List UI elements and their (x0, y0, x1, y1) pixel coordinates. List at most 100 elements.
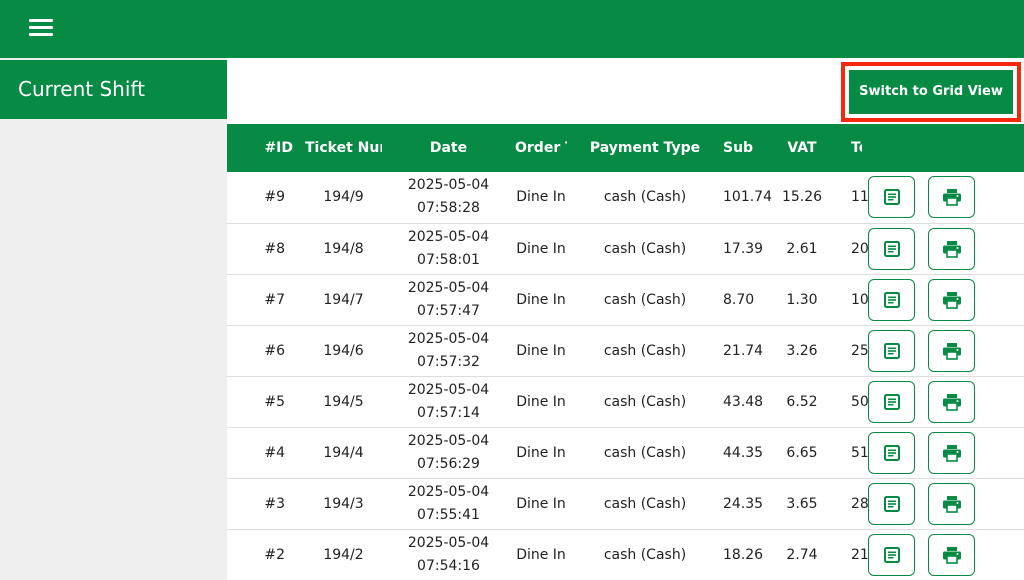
table-row: #7 194/7 2025-05-04 07:57:47 Dine In cash (Ca… (227, 274, 1024, 325)
cell-date-time: 07:54:16 (417, 557, 480, 574)
print-button[interactable] (928, 380, 975, 423)
hamburger-menu-icon[interactable] (29, 19, 53, 37)
print-button[interactable] (928, 329, 975, 372)
cell-date-day: 2025-05-04 (407, 432, 490, 449)
cell-date: 2025-05-04 07:56:29 (382, 427, 515, 478)
cell-id: #3 (264, 495, 285, 512)
cell-date-time: 07:56:29 (417, 455, 480, 472)
cell-id: #2 (264, 546, 285, 563)
column-header-ticket-number: Ticket Number (305, 140, 382, 156)
cell-total: 20.00 (851, 223, 891, 274)
tickets-table: #ID Ticket Number Date Order Type Paymen… (227, 124, 1024, 580)
cell-actions (862, 478, 1024, 529)
cell-vat: 6.65 (786, 444, 818, 461)
cell-date-day: 2025-05-04 (407, 279, 490, 296)
cell-ticket-number: 194/7 (323, 291, 364, 308)
cell-date-time: 07:57:14 (417, 404, 480, 421)
cell-vat: 6.52 (786, 393, 818, 410)
sidebar-item-current-shift[interactable]: Current Shift (0, 60, 227, 119)
cell-date-time: 07:55:41 (417, 506, 480, 523)
cell-vat: 3.26 (786, 342, 818, 359)
cell-ticket-number: 194/8 (323, 240, 364, 257)
cell-total: 25.00 (851, 325, 891, 376)
cell-actions (862, 325, 1024, 376)
cell-vat: 1.30 (786, 291, 818, 308)
cell-order-type: Dine In (516, 189, 566, 206)
column-header-sub-total: Sub Total (723, 140, 753, 156)
cell-actions (862, 223, 1024, 274)
view-details-button[interactable] (868, 227, 915, 270)
cell-order-type: Dine In (516, 546, 566, 563)
view-details-button[interactable] (868, 482, 915, 525)
cell-date: 2025-05-04 07:55:41 (382, 478, 515, 529)
cell-order-type: Dine In (516, 393, 566, 410)
cell-ticket-number: 194/3 (323, 495, 364, 512)
print-button[interactable] (928, 431, 975, 474)
cell-sub-total: 18.26 (723, 546, 764, 563)
cell-payment-type: cash (Cash) (603, 495, 687, 512)
switch-to-grid-view-button[interactable]: Switch to Grid View (849, 70, 1013, 114)
cell-date-day: 2025-05-04 (407, 177, 490, 194)
cell-order-type: Dine In (516, 342, 566, 359)
cell-order-type: Dine In (516, 495, 566, 512)
cell-sub-total: 44.35 (723, 444, 764, 461)
column-header-actions (862, 124, 1024, 172)
cell-date-time: 07:58:01 (417, 251, 480, 268)
print-button[interactable] (928, 176, 975, 219)
column-header-payment-type: Payment Type (589, 140, 701, 156)
cell-ticket-number: 194/5 (323, 393, 364, 410)
cell-sub-total: 43.48 (723, 393, 764, 410)
column-header-date: Date (429, 140, 468, 156)
view-details-button[interactable] (868, 176, 915, 219)
cell-order-type: Dine In (516, 291, 566, 308)
cell-sub-total: 8.70 (723, 291, 755, 308)
view-details-button[interactable] (868, 431, 915, 474)
cell-total: 117.00 (851, 172, 900, 223)
cell-payment-type: cash (Cash) (603, 342, 687, 359)
cell-actions (862, 376, 1024, 427)
cell-ticket-number: 194/6 (323, 342, 364, 359)
switch-view-highlight: Switch to Grid View (841, 62, 1021, 122)
cell-order-type: Dine In (516, 444, 566, 461)
cell-total: 50.00 (851, 376, 891, 427)
cell-order-type: Dine In (516, 240, 566, 257)
sidebar: Current Shift (0, 58, 227, 580)
table-row: #9 194/9 2025-05-04 07:58:28 Dine In cash (Ca… (227, 172, 1024, 223)
cell-actions (862, 529, 1024, 580)
table-header-row: #ID Ticket Number Date Order Type Paymen… (227, 124, 1024, 172)
cell-date: 2025-05-04 07:58:01 (382, 223, 515, 274)
cell-date-day: 2025-05-04 (407, 228, 490, 245)
cell-actions (862, 427, 1024, 478)
cell-id: #6 (264, 342, 285, 359)
sidebar-item-label: Current Shift (18, 77, 145, 101)
print-button[interactable] (928, 227, 975, 270)
table-row: #6 194/6 2025-05-04 07:57:32 Dine In cash (Ca… (227, 325, 1024, 376)
cell-date: 2025-05-04 07:57:32 (382, 325, 515, 376)
view-details-button[interactable] (868, 380, 915, 423)
view-details-button[interactable] (868, 278, 915, 321)
cell-ticket-number: 194/2 (323, 546, 364, 563)
table-row: #4 194/4 2025-05-04 07:56:29 Dine In cash (Ca… (227, 427, 1024, 478)
cell-payment-type: cash (Cash) (603, 291, 687, 308)
print-button[interactable] (928, 482, 975, 525)
column-header-id: #ID (264, 140, 293, 156)
view-details-button[interactable] (868, 329, 915, 372)
cell-sub-total: 21.74 (723, 342, 764, 359)
cell-date: 2025-05-04 07:57:14 (382, 376, 515, 427)
cell-date-time: 07:58:28 (417, 200, 480, 217)
column-header-total: Total (851, 140, 862, 156)
cell-date-day: 2025-05-04 (407, 534, 490, 551)
view-details-button[interactable] (868, 533, 915, 576)
print-button[interactable] (928, 278, 975, 321)
print-button[interactable] (928, 533, 975, 576)
column-header-order-type: Order Type (515, 140, 567, 156)
table-row: #3 194/3 2025-05-04 07:55:41 Dine In cash (Ca… (227, 478, 1024, 529)
cell-date: 2025-05-04 07:58:28 (382, 172, 515, 223)
cell-vat: 2.74 (786, 546, 818, 563)
cell-sub-total: 101.74 (723, 189, 772, 206)
cell-date-day: 2025-05-04 (407, 483, 490, 500)
table-row: #8 194/8 2025-05-04 07:58:01 Dine In cash (Ca… (227, 223, 1024, 274)
cell-ticket-number: 194/4 (323, 444, 364, 461)
table-row: #5 194/5 2025-05-04 07:57:14 Dine In cash (Ca… (227, 376, 1024, 427)
cell-id: #4 (264, 444, 285, 461)
